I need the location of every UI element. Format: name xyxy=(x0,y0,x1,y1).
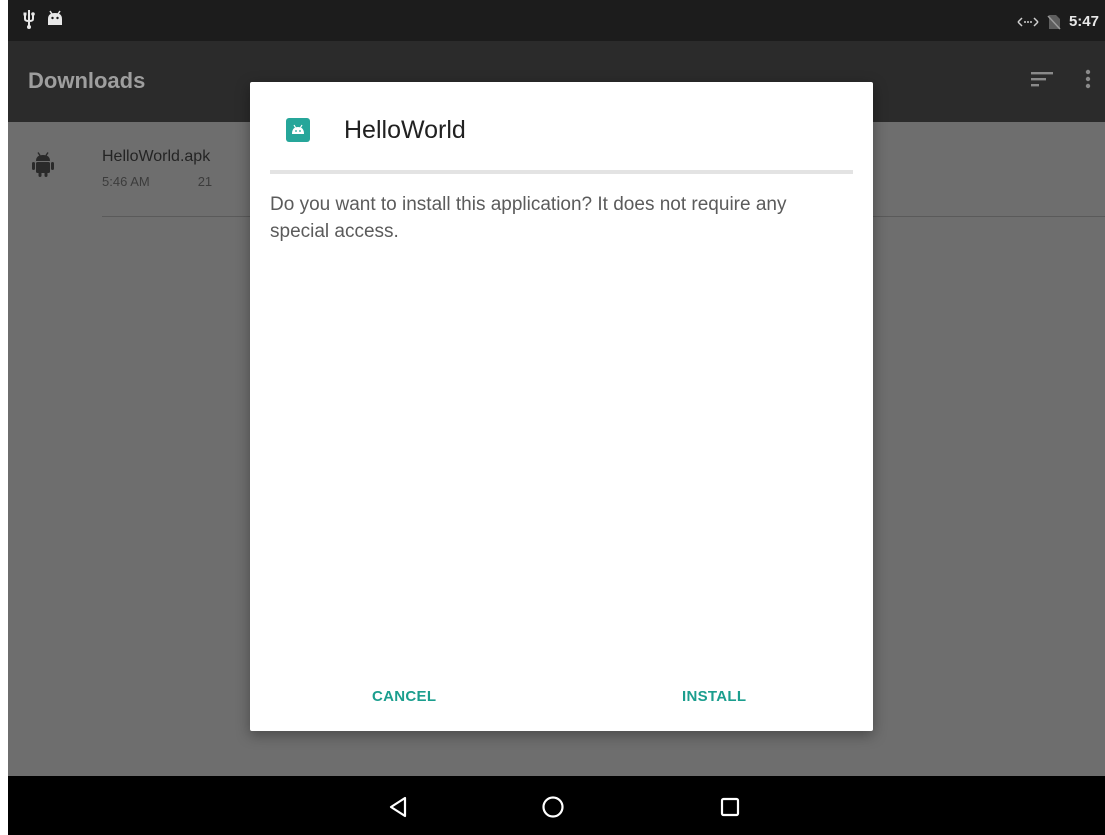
status-left-icons xyxy=(22,9,64,29)
android-debug-icon xyxy=(46,9,64,29)
overflow-menu-icon[interactable] xyxy=(1085,69,1091,89)
usb-icon xyxy=(22,9,36,29)
install-button[interactable]: INSTALL xyxy=(682,688,746,705)
data-transfer-icon xyxy=(1017,16,1039,28)
android-app-icon xyxy=(286,118,310,142)
file-time: 5:46 AM xyxy=(102,174,150,189)
android-icon xyxy=(32,152,54,183)
android-screen: 5:47 Downloads HelloWorld.apk 5:46 AM 21… xyxy=(8,0,1105,835)
navigation-bar xyxy=(8,776,1105,835)
file-meta: 5:46 AM 21 xyxy=(102,174,212,189)
dialog-divider xyxy=(270,170,853,174)
status-right-icons: 5:47 xyxy=(1017,13,1099,30)
file-name: HelloWorld.apk xyxy=(102,148,211,165)
dialog-title: HelloWorld xyxy=(344,116,466,144)
no-sim-icon xyxy=(1047,14,1061,30)
app-bar-actions xyxy=(1031,69,1091,89)
back-icon[interactable] xyxy=(383,792,413,822)
status-bar: 5:47 xyxy=(8,0,1105,41)
dialog-message: Do you want to install this application?… xyxy=(270,194,787,242)
status-time: 5:47 xyxy=(1068,13,1099,30)
home-icon[interactable] xyxy=(538,792,568,822)
cancel-button[interactable]: CANCEL xyxy=(372,688,436,705)
install-dialog: HelloWorld Do you want to install this a… xyxy=(250,82,873,731)
sort-icon[interactable] xyxy=(1031,70,1055,88)
recents-icon[interactable] xyxy=(715,792,745,822)
page-title: Downloads xyxy=(28,68,146,93)
file-size: 21 xyxy=(197,174,213,189)
